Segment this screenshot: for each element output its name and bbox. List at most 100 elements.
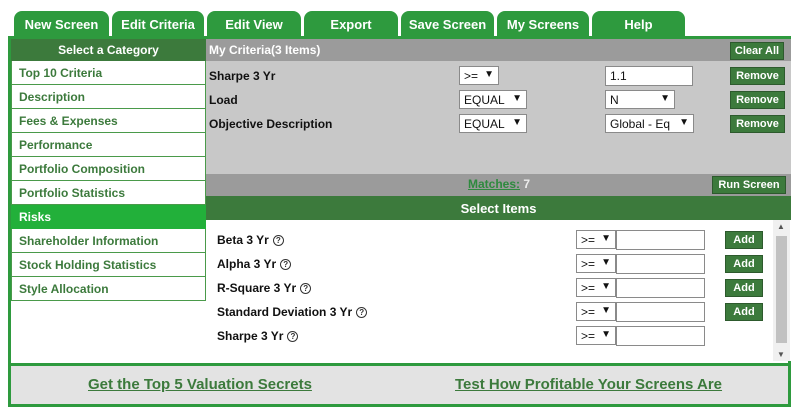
add-button[interactable]: Add [725,279,763,297]
tab-help[interactable]: Help [592,11,685,38]
item-label-wrap: Sharpe 3 Yr? [217,329,299,343]
tab-export[interactable]: Export [304,11,398,38]
select-items-title: Select Items [206,196,791,220]
sidebar-item-description[interactable]: Description [11,85,206,109]
caret-down-icon: ▼ [484,69,494,80]
list-item: Standard Deviation 3 Yr? >= ▼ Add [206,302,776,324]
sidebar-item-risks[interactable]: Risks [11,205,206,229]
caret-down-icon: ▼ [512,93,522,104]
operator-select[interactable]: >= ▼ [576,254,616,273]
operator-select[interactable]: >= ▼ [576,230,616,249]
operator-value: EQUAL [464,116,505,131]
list-item: Sharpe 3 Yr? >= ▼ [206,326,776,348]
list-item: R-Square 3 Yr? >= ▼ Add [206,278,776,300]
operator-value: >= [581,232,596,247]
question-circle-icon[interactable]: ? [356,306,368,318]
question-circle-icon[interactable]: ? [287,330,299,342]
screener-panel: Select a Category Top 10 Criteria Descri… [8,36,791,407]
operator-value: >= [581,328,596,343]
item-label-wrap: Alpha 3 Yr? [217,257,292,271]
criteria-label: Load [209,93,238,107]
item-value-input[interactable] [616,326,705,346]
criteria-label: Objective Description [209,117,333,131]
remove-button[interactable]: Remove [730,67,785,85]
caret-down-icon: ▼ [601,281,611,292]
operator-value: >= [581,304,596,319]
item-label: Standard Deviation 3 Yr [217,305,353,319]
question-circle-icon[interactable]: ? [280,258,292,270]
caret-down-icon: ▼ [660,93,670,104]
run-screen-button[interactable]: Run Screen [712,176,786,194]
scroll-thumb[interactable] [776,236,787,343]
tab-edit-criteria[interactable]: Edit Criteria [112,11,204,38]
item-value-input[interactable] [616,230,705,250]
caret-down-icon: ▼ [512,117,522,128]
operator-select[interactable]: >= ▼ [576,302,616,321]
operator-value: EQUAL [464,92,505,107]
criteria-label: Sharpe 3 Yr [209,69,276,83]
operator-value: >= [581,280,596,295]
tab-edit-view[interactable]: Edit View [207,11,301,38]
operator-value: >= [464,68,479,83]
question-circle-icon[interactable]: ? [300,282,312,294]
operator-select[interactable]: >= ▼ [576,278,616,297]
category-sidebar: Select a Category Top 10 Criteria Descri… [11,39,206,301]
value-text: Global - Eq [610,116,671,131]
list-item: Beta 3 Yr? >= ▼ Add [206,230,776,252]
tab-new-screen[interactable]: New Screen [14,11,109,38]
criteria-row: Load EQUAL ▼ N ▼ Remove [206,90,791,110]
caret-down-icon: ▼ [679,117,689,128]
scroll-up-arrow-icon[interactable]: ▲ [777,222,785,231]
items-scrollbar[interactable]: ▲ ▼ [773,220,790,361]
item-label-wrap: R-Square 3 Yr? [217,281,312,295]
item-label-wrap: Standard Deviation 3 Yr? [217,305,368,319]
tab-save-screen[interactable]: Save Screen [401,11,494,38]
criteria-row: Sharpe 3 Yr >= ▼ 1.1 Remove [206,66,791,86]
clear-all-button[interactable]: Clear All [730,42,784,60]
caret-down-icon: ▼ [601,305,611,316]
item-label: Beta 3 Yr [217,233,269,247]
item-value-input[interactable] [616,254,705,274]
remove-button[interactable]: Remove [730,115,785,133]
sidebar-item-top-10-criteria[interactable]: Top 10 Criteria [11,61,206,85]
scroll-down-arrow-icon[interactable]: ▼ [777,350,785,359]
item-label: R-Square 3 Yr [217,281,297,295]
sidebar-item-style-allocation[interactable]: Style Allocation [11,277,206,301]
promo-footer: Get the Top 5 Valuation Secrets Test How… [11,363,788,404]
item-label-wrap: Beta 3 Yr? [217,233,284,247]
question-circle-icon[interactable]: ? [272,234,284,246]
caret-down-icon: ▼ [601,257,611,268]
sidebar-item-shareholder-information[interactable]: Shareholder Information [11,229,206,253]
caret-down-icon: ▼ [601,233,611,244]
criteria-value-select[interactable]: N ▼ [605,90,675,109]
sidebar-item-portfolio-composition[interactable]: Portfolio Composition [11,157,206,181]
remove-button[interactable]: Remove [730,91,785,109]
sidebar-item-stock-holding-statistics[interactable]: Stock Holding Statistics [11,253,206,277]
add-button[interactable]: Add [725,303,763,321]
add-button[interactable]: Add [725,231,763,249]
sidebar-item-portfolio-statistics[interactable]: Portfolio Statistics [11,181,206,205]
test-screens-link[interactable]: Test How Profitable Your Screens Are [455,376,722,393]
caret-down-icon: ▼ [601,329,611,340]
sidebar-item-fees-expenses[interactable]: Fees & Expenses [11,109,206,133]
operator-value: >= [581,256,596,271]
matches-link[interactable]: Matches: [468,177,520,191]
operator-select[interactable]: >= ▼ [576,326,616,345]
operator-select[interactable]: >= ▼ [459,66,499,85]
valuation-secrets-link[interactable]: Get the Top 5 Valuation Secrets [88,376,312,393]
criteria-value-select[interactable]: Global - Eq ▼ [605,114,694,133]
my-criteria-panel: My Criteria(3 Items) Clear All Sharpe 3 … [206,39,791,174]
item-value-input[interactable] [616,302,705,322]
operator-select[interactable]: EQUAL ▼ [459,90,527,109]
add-button[interactable]: Add [725,255,763,273]
sidebar-item-performance[interactable]: Performance [11,133,206,157]
list-item: Alpha 3 Yr? >= ▼ Add [206,254,776,276]
item-value-input[interactable] [616,278,705,298]
operator-select[interactable]: EQUAL ▼ [459,114,527,133]
item-label: Sharpe 3 Yr [217,329,284,343]
tab-my-screens[interactable]: My Screens [497,11,589,38]
criteria-value-input[interactable]: 1.1 [605,66,693,86]
criteria-title: My Criteria(3 Items) [209,43,321,57]
matches-bar: Matches: 7 Run Screen [206,174,791,196]
value-text: N [610,92,619,107]
